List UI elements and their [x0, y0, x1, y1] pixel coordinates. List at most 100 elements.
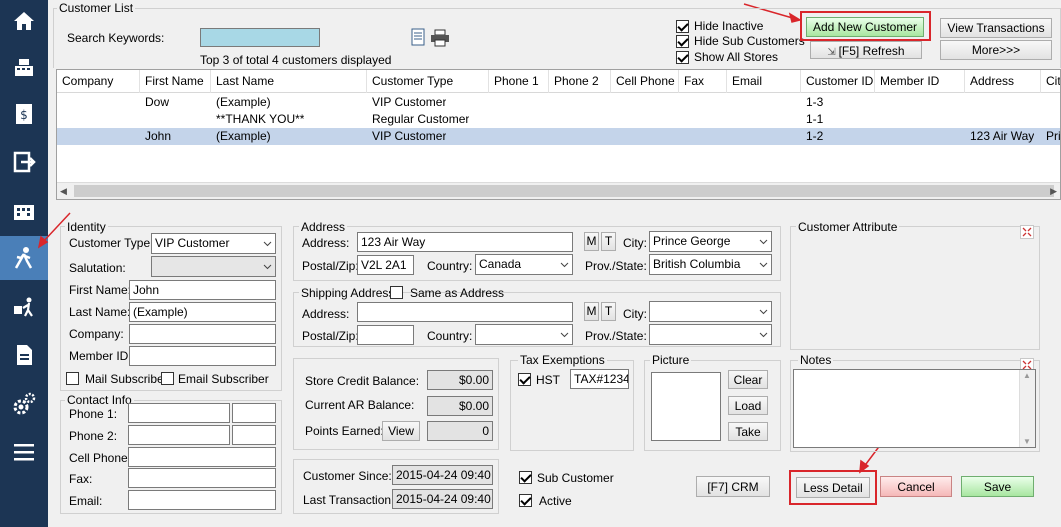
col-member-id[interactable]: Member ID	[875, 70, 965, 93]
building-icon[interactable]	[0, 189, 48, 231]
ship-country-select[interactable]	[475, 324, 573, 345]
cash-register-icon[interactable]	[0, 46, 48, 88]
col-fax[interactable]: Fax	[679, 70, 727, 93]
notes-scrollbar[interactable]: ▲ ▼	[1019, 370, 1035, 447]
phone2-field[interactable]	[128, 425, 230, 445]
prov-label: Prov./State:	[585, 259, 647, 273]
clear-picture-button[interactable]: Clear	[728, 370, 768, 389]
horizontal-scrollbar[interactable]: ◀ ▶	[57, 182, 1060, 199]
hide-sub-customers-checkbox[interactable]	[676, 35, 689, 48]
add-new-customer-button[interactable]: Add New Customer	[806, 17, 924, 37]
address-field[interactable]: 123 Air Way	[357, 232, 573, 252]
table-row[interactable]: Dow (Example) VIP Customer 1-3	[57, 94, 1060, 111]
cell-phone-field[interactable]	[128, 447, 276, 467]
email-field[interactable]	[128, 490, 276, 510]
report-icon[interactable]	[0, 334, 48, 376]
scroll-left-icon[interactable]: ◀	[60, 186, 67, 197]
mail-subscriber-checkbox[interactable]	[66, 372, 79, 385]
fax-field[interactable]	[128, 468, 276, 488]
ship-text-button[interactable]: T	[601, 302, 616, 321]
settings-icon[interactable]	[0, 383, 48, 425]
take-picture-button[interactable]: Take	[728, 422, 768, 441]
ship-prov-select[interactable]	[649, 324, 772, 345]
active-checkbox[interactable]	[519, 494, 532, 507]
exit-icon[interactable]	[0, 141, 48, 183]
country-select[interactable]: Canada	[475, 254, 573, 275]
printer-icon[interactable]	[430, 29, 450, 47]
sub-customer-checkbox[interactable]	[519, 471, 532, 484]
scroll-right-icon[interactable]: ▶	[1050, 186, 1057, 197]
col-company[interactable]: Company	[57, 70, 140, 93]
col-customer-id[interactable]: Customer ID	[801, 70, 875, 93]
company-label: Company:	[69, 327, 124, 341]
grid-header: Company First Name Last Name Customer Ty…	[57, 70, 1060, 93]
text-button[interactable]: T	[601, 232, 616, 251]
document-icon[interactable]	[410, 28, 426, 46]
show-all-stores-checkbox[interactable]	[676, 51, 689, 64]
last-name-field[interactable]: (Example)	[129, 302, 276, 322]
invoice-icon[interactable]: $	[0, 93, 48, 135]
less-detail-button[interactable]: Less Detail	[796, 477, 870, 498]
col-customer-type[interactable]: Customer Type	[367, 70, 489, 93]
save-button[interactable]: Save	[961, 476, 1034, 497]
menu-icon[interactable]	[0, 431, 48, 473]
col-first-name[interactable]: First Name	[140, 70, 211, 93]
postal-field[interactable]: V2L 2A1	[357, 255, 414, 275]
crm-button[interactable]: [F7] CRM	[696, 476, 770, 497]
salutation-select[interactable]	[151, 256, 276, 277]
col-cell-phone[interactable]: Cell Phone	[611, 70, 679, 93]
hst-checkbox[interactable]	[518, 373, 531, 386]
more-button[interactable]: More>>>	[940, 40, 1052, 60]
mail-subscriber-label: Mail Subscriber	[85, 372, 168, 386]
notes-textarea[interactable]: ▲ ▼	[793, 369, 1036, 448]
identity-title: Identity	[65, 220, 108, 234]
email-subscriber-checkbox[interactable]	[161, 372, 174, 385]
col-email[interactable]: Email	[727, 70, 801, 93]
customer-grid[interactable]: Company First Name Last Name Customer Ty…	[56, 69, 1061, 200]
ship-postal-field[interactable]	[357, 325, 414, 345]
col-last-name[interactable]: Last Name	[211, 70, 367, 93]
company-field[interactable]	[129, 324, 276, 344]
table-row[interactable]: **THANK YOU** Regular Customer 1-1	[57, 111, 1060, 128]
scroll-up-icon[interactable]: ▲	[1023, 371, 1031, 380]
view-points-button[interactable]: View	[382, 421, 420, 441]
ship-city-select[interactable]	[649, 301, 772, 322]
home-icon[interactable]	[0, 0, 48, 42]
shipping-title: Shipping Address	[299, 286, 397, 300]
hst-number-field[interactable]: TAX#1234	[570, 369, 629, 389]
hide-inactive-label: Hide Inactive	[694, 19, 764, 33]
customer-since-label: Customer Since:	[303, 469, 392, 483]
col-phone2[interactable]: Phone 2	[549, 70, 611, 93]
hide-inactive-checkbox[interactable]	[676, 20, 689, 33]
prov-select[interactable]: British Columbia	[649, 254, 772, 275]
cell-last-name: **THANK YOU**	[216, 112, 305, 126]
phone2-ext-field[interactable]	[232, 425, 276, 445]
table-row-selected[interactable]: John (Example) VIP Customer 1-2 123 Air …	[57, 128, 1060, 145]
customer-type-select[interactable]: VIP Customer	[151, 233, 276, 254]
member-id-field[interactable]	[129, 346, 276, 366]
col-phone1[interactable]: Phone 1	[489, 70, 549, 93]
ship-postal-label: Postal/Zip:	[302, 329, 359, 343]
ship-address-field[interactable]	[357, 302, 573, 322]
cancel-button[interactable]: Cancel	[880, 476, 952, 497]
hst-label: HST	[536, 373, 560, 387]
city-select[interactable]: Prince George	[649, 231, 772, 252]
ship-map-button[interactable]: M	[584, 302, 599, 321]
expand-attribute-icon[interactable]	[1020, 225, 1034, 239]
same-as-address-checkbox[interactable]	[390, 286, 403, 299]
view-transactions-button[interactable]: View Transactions	[940, 18, 1052, 38]
first-name-field[interactable]: John	[129, 280, 276, 300]
phone1-field[interactable]	[128, 403, 230, 423]
map-button[interactable]: M	[584, 232, 599, 251]
phone1-ext-field[interactable]	[232, 403, 276, 423]
ship-country-label: Country:	[427, 329, 473, 343]
scroll-down-icon[interactable]: ▼	[1023, 437, 1031, 446]
load-picture-button[interactable]: Load	[728, 396, 768, 415]
delivery-icon[interactable]	[0, 286, 48, 328]
col-city[interactable]: City	[1041, 70, 1060, 93]
scroll-thumb[interactable]	[74, 185, 1054, 197]
refresh-button[interactable]: ⇲ [F5] Refresh	[810, 41, 922, 59]
customer-icon[interactable]	[0, 236, 48, 280]
col-address[interactable]: Address	[965, 70, 1041, 93]
search-input[interactable]	[200, 28, 320, 47]
